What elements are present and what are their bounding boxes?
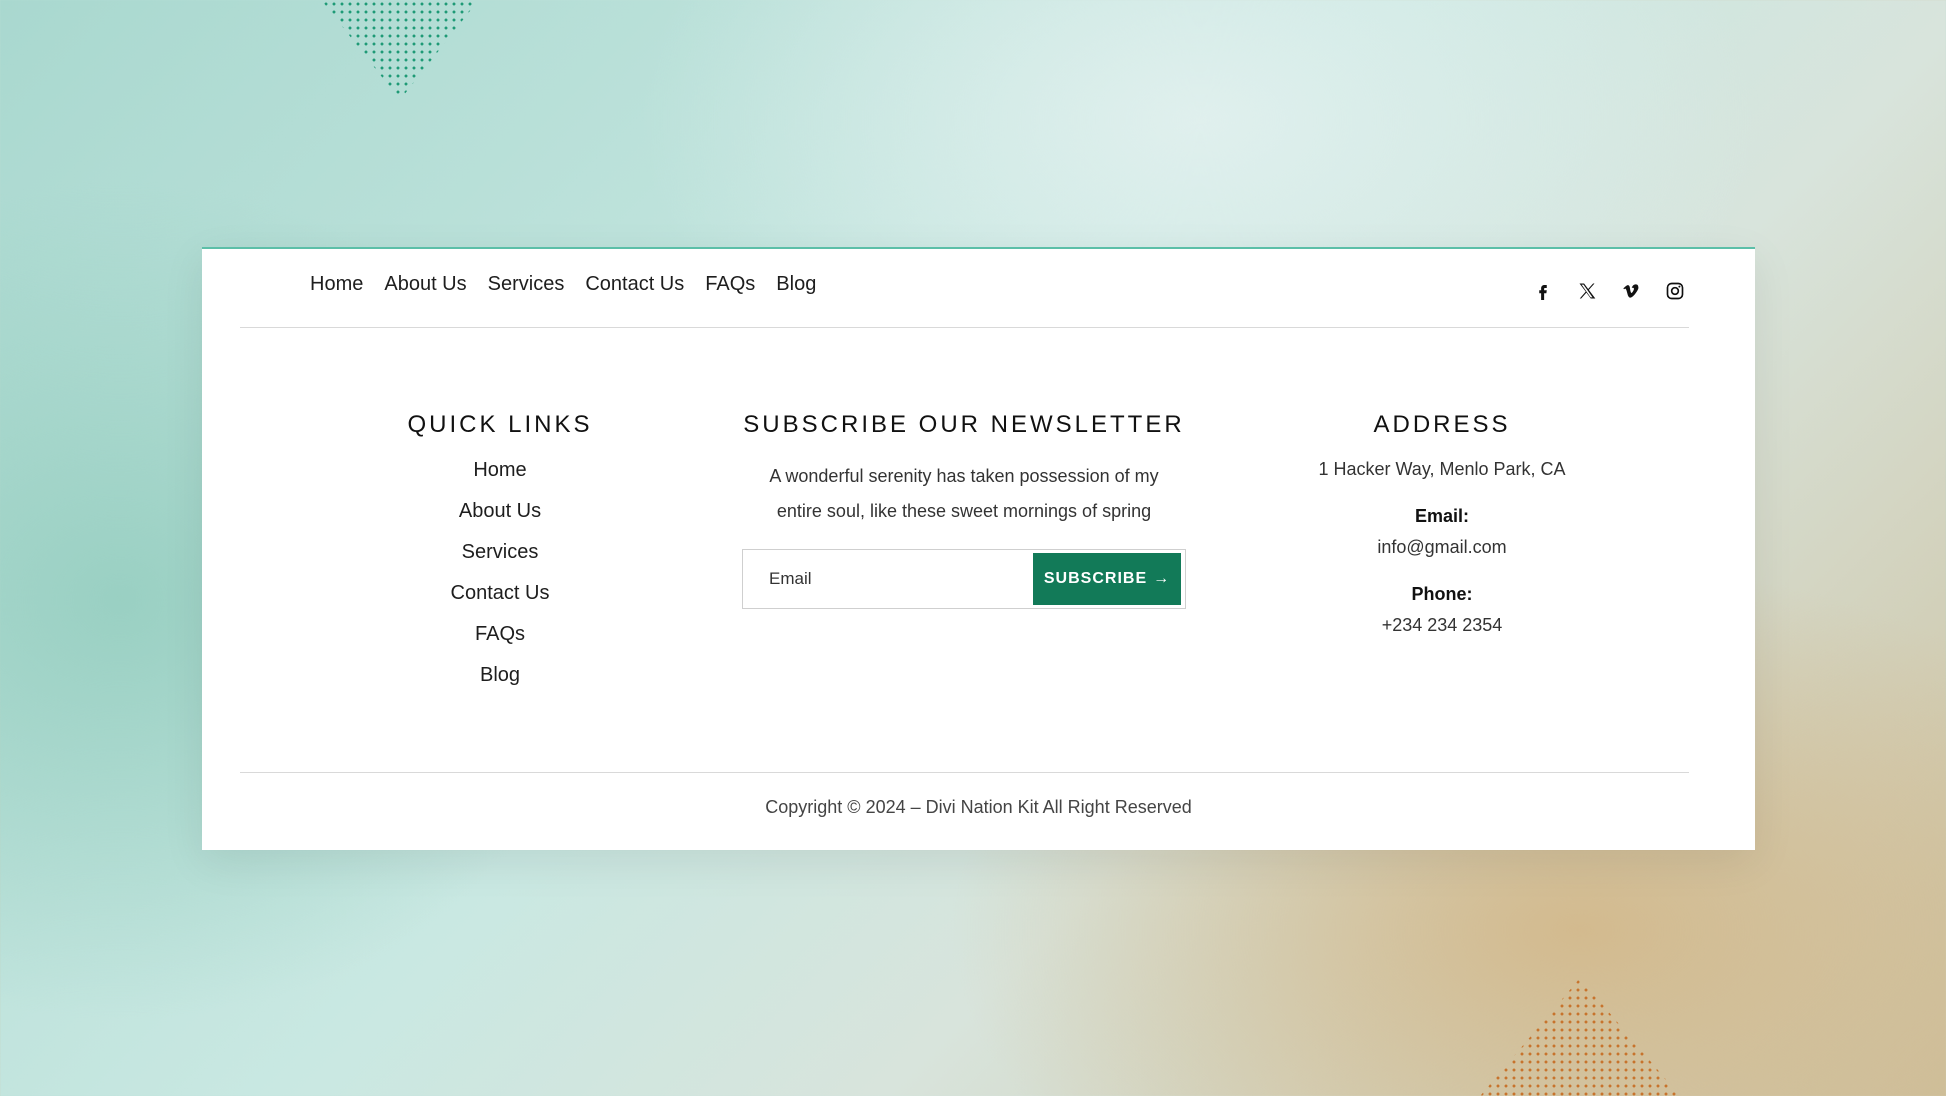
decorative-dots-bottom — [1470, 978, 1690, 1096]
nav-home[interactable]: Home — [310, 273, 363, 296]
quick-link-blog[interactable]: Blog — [380, 664, 620, 687]
decorative-dots-top — [290, 0, 510, 100]
nav-blog[interactable]: Blog — [776, 273, 816, 296]
copyright-text: Copyright © 2024 – Divi Nation Kit All R… — [765, 797, 1192, 817]
quick-link-about-us[interactable]: About Us — [380, 500, 620, 523]
nav-faqs[interactable]: FAQs — [705, 273, 755, 296]
quick-link-faqs[interactable]: FAQs — [380, 623, 620, 646]
quick-links-list: Home About Us Services Contact Us FAQs B… — [380, 459, 620, 687]
nav-contact-us[interactable]: Contact Us — [585, 273, 684, 296]
facebook-icon[interactable] — [1531, 279, 1555, 303]
subscribe-button[interactable]: SUBSCRIBE → — [1033, 553, 1181, 605]
nav-services[interactable]: Services — [488, 273, 565, 296]
arrow-right-icon: → — [1153, 570, 1171, 587]
email-label: Email: — [1414, 506, 1470, 526]
quick-links-title: QUICK LINKS — [407, 411, 593, 438]
social-links — [1531, 279, 1687, 303]
newsletter-form: SUBSCRIBE → — [742, 549, 1186, 609]
phone-label: Phone: — [1411, 584, 1473, 604]
quick-link-contact-us[interactable]: Contact Us — [380, 582, 620, 605]
x-icon[interactable] — [1575, 279, 1599, 303]
instagram-icon[interactable] — [1663, 279, 1687, 303]
address-column: ADDRESS 1 Hacker Way, Menlo Park, CA Ema… — [1298, 411, 1586, 636]
quick-link-home[interactable]: Home — [380, 459, 620, 482]
address-street: 1 Hacker Way, Menlo Park, CA — [1318, 459, 1566, 479]
newsletter-description-line2: entire soul, like these sweet mornings o… — [776, 501, 1152, 521]
newsletter-description-line1: A wonderful serenity has taken possessio… — [769, 466, 1159, 486]
address-title: ADDRESS — [1373, 411, 1511, 438]
phone-value: +234 234 2354 — [1381, 615, 1503, 635]
email-input[interactable] — [767, 568, 1011, 590]
email-value: info@gmail.com — [1377, 537, 1507, 557]
quick-links-column: QUICK LINKS Home About Us Services Conta… — [380, 411, 620, 687]
vimeo-icon[interactable] — [1619, 279, 1643, 303]
newsletter-description: A wonderful serenity has taken possessio… — [722, 459, 1206, 529]
quick-link-services[interactable]: Services — [380, 541, 620, 564]
newsletter-title: SUBSCRIBE OUR NEWSLETTER — [743, 411, 1185, 438]
footer-card: Home About Us Services Contact Us FAQs B… — [202, 247, 1755, 850]
subscribe-button-label: SUBSCRIBE — [1043, 570, 1148, 587]
newsletter-column: SUBSCRIBE OUR NEWSLETTER A wonderful ser… — [722, 411, 1206, 609]
top-divider — [240, 327, 1689, 328]
bottom-divider — [240, 772, 1689, 773]
top-nav: Home About Us Services Contact Us FAQs B… — [310, 273, 816, 296]
nav-about-us[interactable]: About Us — [384, 273, 466, 296]
